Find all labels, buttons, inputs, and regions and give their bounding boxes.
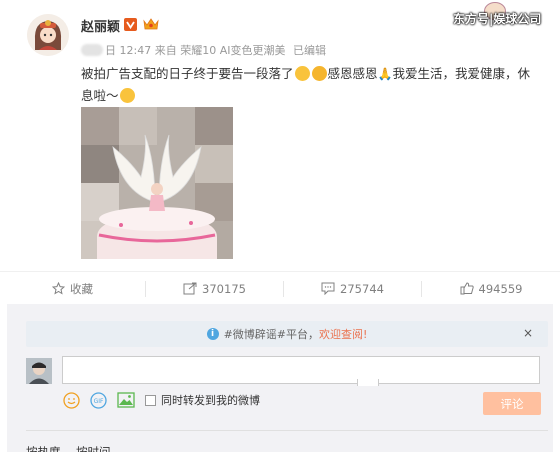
edited-label[interactable]: 已编辑 bbox=[293, 44, 326, 57]
my-avatar bbox=[26, 358, 52, 384]
input-resize-tab bbox=[357, 379, 379, 386]
post-meta: 日 12:47 来自 荣耀10 AI变色更潮美 已编辑 bbox=[81, 42, 326, 58]
vip-crown-icon[interactable] bbox=[143, 17, 159, 31]
svg-text:GIF: GIF bbox=[94, 398, 104, 405]
comment-section: i #微博辟谣#平台， 欢迎查阅! × GIF 同时转发到我的微博 评论 按热度 … bbox=[7, 304, 553, 452]
repost-icon bbox=[183, 282, 197, 295]
rumor-notice-banner: i #微博辟谣#平台， 欢迎查阅! bbox=[26, 321, 548, 347]
source-prefix: 来自 bbox=[154, 44, 177, 57]
notice-link[interactable]: 欢迎查阅! bbox=[319, 326, 367, 342]
image-icon[interactable] bbox=[117, 392, 135, 408]
submit-comment-button[interactable]: 评论 bbox=[483, 392, 541, 415]
star-icon bbox=[52, 282, 65, 295]
thumbs-up-icon bbox=[460, 282, 474, 295]
post-time[interactable]: 12:47 bbox=[120, 44, 152, 57]
repost-checkbox[interactable] bbox=[145, 394, 156, 406]
post-text-part2: 感恩感恩 bbox=[327, 66, 378, 81]
author-name[interactable]: 赵丽颖 bbox=[81, 16, 120, 35]
favorite-button[interactable]: 收藏 bbox=[0, 272, 145, 305]
comment-button[interactable]: 275744 bbox=[284, 272, 421, 305]
cute-emoji-icon bbox=[119, 88, 135, 103]
post-text-part1: 被拍广告支配的日子终于要告一段落了 bbox=[81, 66, 294, 81]
watermark-text: 东方号|娱球公司 bbox=[453, 12, 542, 26]
post-text: 被拍广告支配的日子终于要告一段落了 感恩感恩 🙏 我爱生活，我爱健康，休息啦～ bbox=[81, 63, 541, 106]
comment-input[interactable] bbox=[62, 356, 540, 384]
sort-by-time[interactable]: 按时间 bbox=[76, 444, 111, 452]
like-count: 494559 bbox=[478, 281, 523, 296]
repost-option[interactable]: 同时转发到我的微博 bbox=[145, 392, 260, 408]
close-icon[interactable]: × bbox=[523, 326, 533, 340]
info-icon: i bbox=[206, 328, 219, 340]
comment-icon bbox=[321, 282, 335, 295]
action-bar: 收藏 370175 275744 494559 bbox=[0, 271, 560, 304]
emoji-icon[interactable] bbox=[63, 391, 80, 409]
gif-icon[interactable]: GIF bbox=[90, 391, 107, 409]
pray-icon: 🙏 bbox=[377, 67, 393, 81]
favorite-label: 收藏 bbox=[70, 281, 93, 296]
comment-tools: GIF 同时转发到我的微博 bbox=[63, 391, 260, 409]
repost-button[interactable]: 370175 bbox=[146, 272, 283, 305]
sob-emoji-icon bbox=[311, 66, 327, 81]
crying-laugh-emoji-icon bbox=[294, 66, 310, 81]
blurred-date bbox=[81, 44, 103, 56]
like-button[interactable]: 494559 bbox=[422, 272, 560, 305]
repost-count: 370175 bbox=[202, 281, 246, 296]
date-suffix: 日 bbox=[105, 44, 116, 57]
author-avatar[interactable] bbox=[27, 14, 69, 56]
repost-option-label: 同时转发到我的微博 bbox=[161, 394, 260, 407]
weibo-post: 赵丽颖 东方号|娱球公司 日 12:47 来自 荣耀10 AI变色更潮美 已编辑… bbox=[0, 0, 560, 270]
verified-badge-icon bbox=[124, 18, 137, 31]
notice-text: #微博辟谣#平台， bbox=[223, 328, 319, 341]
post-source[interactable]: 荣耀10 AI变色更潮美 bbox=[180, 44, 285, 57]
post-photo[interactable] bbox=[81, 107, 233, 259]
comment-count: 275744 bbox=[340, 281, 384, 296]
sort-bar: 按热度 按时间 bbox=[26, 430, 548, 452]
sort-by-hot[interactable]: 按热度 bbox=[26, 444, 61, 452]
